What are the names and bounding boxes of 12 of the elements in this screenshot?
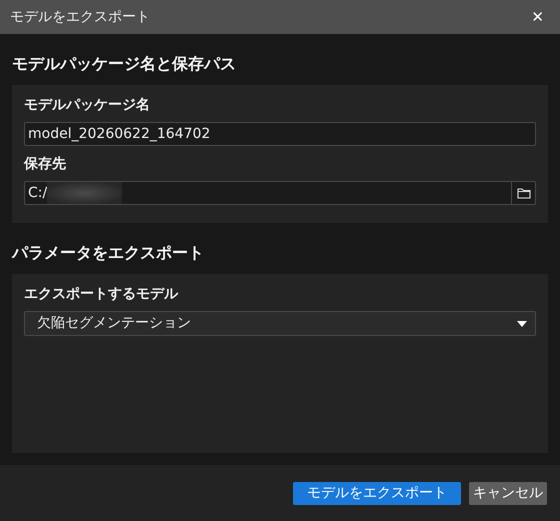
section-heading: モデルパッケージ名と保存パス <box>12 53 237 75</box>
window-title: モデルをエクスポート <box>10 8 150 26</box>
model-dropdown[interactable]: 欠陥セグメンテーション <box>24 311 536 336</box>
field-label: モデルパッケージ名 <box>24 96 151 115</box>
close-button[interactable]: ✕ <box>525 6 550 28</box>
export-button[interactable]: モデルをエクスポート <box>293 482 461 504</box>
cancel-button[interactable]: キャンセル <box>469 482 547 504</box>
field-label: エクスポートするモデル <box>24 285 180 304</box>
field-label: 保存先 <box>24 155 67 174</box>
section-heading: パラメータをエクスポート <box>12 242 205 264</box>
text-field[interactable]: model_20260622_164702 <box>24 122 536 146</box>
caret-icon <box>517 320 527 326</box>
